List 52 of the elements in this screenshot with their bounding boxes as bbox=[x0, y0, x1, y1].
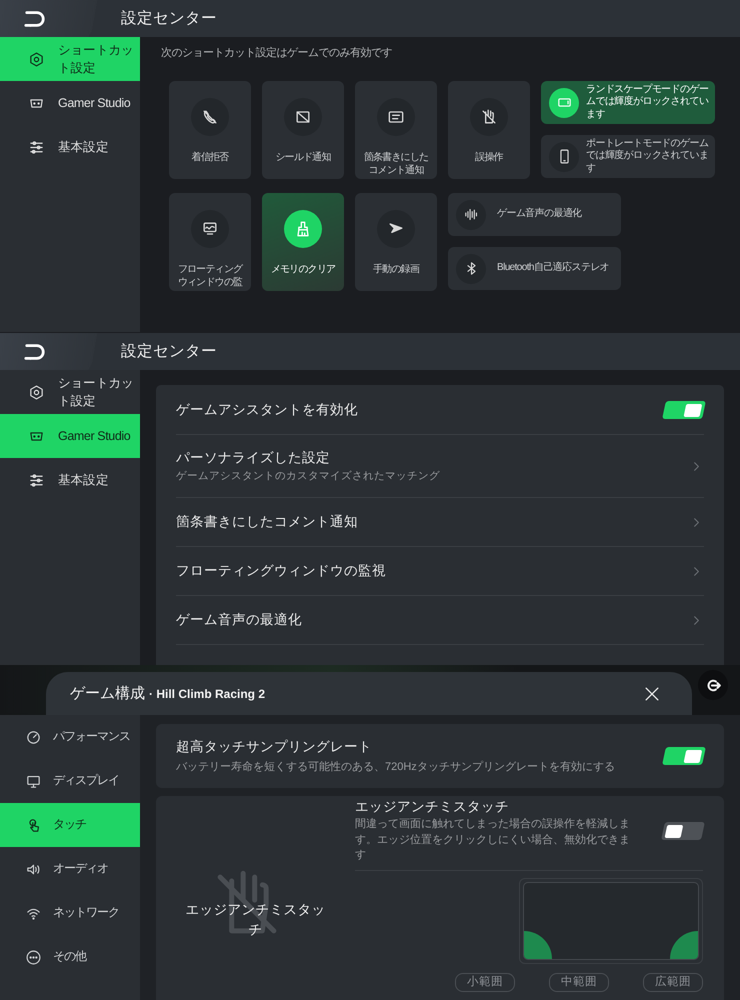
shortcut-tile[interactable]: Bluetooth自己適応ステレオ bbox=[448, 247, 621, 290]
setting-label: ゲームアシスタントを有効化 bbox=[176, 400, 358, 418]
shortcut-tile[interactable]: 着信拒否 bbox=[169, 81, 251, 179]
settings-row[interactable]: ゲーム音声の最適化 bbox=[176, 596, 704, 645]
sidebar-item[interactable]: ネットワーク bbox=[0, 891, 140, 935]
settings-row[interactable]: フローティングウィンドウの監視 bbox=[176, 547, 704, 596]
shortcut-tile[interactable]: フローティングウィンドウの監 bbox=[169, 193, 251, 291]
sidebar-item[interactable]: 基本設定 bbox=[0, 458, 140, 502]
dialog-title: ゲーム構成 bbox=[70, 684, 145, 703]
toggle-switch[interactable] bbox=[662, 747, 706, 765]
sidebar-item[interactable]: ショートカット設定 bbox=[0, 370, 140, 414]
more-icon bbox=[25, 948, 42, 966]
toggle-switch[interactable] bbox=[662, 400, 706, 418]
exit-button[interactable] bbox=[698, 670, 728, 700]
notice-text: 次のショートカット設定はゲームでのみ有効です bbox=[161, 46, 393, 60]
gauge-icon bbox=[25, 728, 42, 746]
sidebar-item[interactable]: ショートカット設定 bbox=[0, 37, 140, 81]
range-button[interactable]: 小範囲 bbox=[455, 972, 515, 992]
sidebar-item[interactable]: 基本設定 bbox=[0, 125, 140, 169]
range-button[interactable]: 中範囲 bbox=[549, 972, 609, 992]
setting-description: 間違って画面に触れてしまった場合の誤操作を軽減します。エッジ位置をクリックしにくい場合、無効化できます bbox=[355, 817, 631, 863]
sidebar-item[interactable]: Gamer Studio bbox=[0, 81, 140, 125]
screen-title: 設定センター bbox=[121, 9, 217, 29]
shortcut-tile[interactable]: ポートレートモードのゲームでは輝度がロックされています bbox=[541, 135, 715, 178]
toggle-switch[interactable] bbox=[661, 822, 705, 840]
sidebar-item[interactable]: タッチ bbox=[0, 803, 140, 847]
sound-wave-icon bbox=[462, 206, 480, 223]
sidebar-item[interactable]: パフォーマンス bbox=[0, 715, 140, 759]
setting-description: バッテリー寿命を短くする可能性のある、720Hzタッチサンプリングレートを有効にする bbox=[176, 760, 615, 774]
hexagon-icon bbox=[28, 50, 45, 68]
sliders-icon bbox=[28, 472, 45, 488]
settings-row[interactable]: 箇条書きにしたコメント通知 bbox=[176, 498, 704, 547]
shortcut-tile[interactable]: 手動の録画 bbox=[355, 193, 437, 291]
range-button[interactable]: 広範囲 bbox=[643, 972, 703, 992]
sliders-icon bbox=[28, 138, 45, 156]
shortcut-tile[interactable]: ゲーム音声の最適化 bbox=[448, 193, 621, 236]
sidebar-item[interactable]: その他 bbox=[0, 935, 140, 979]
screen-title: 設定センター bbox=[121, 342, 217, 362]
illustration-label: エッジアンチミスタッチ bbox=[186, 901, 326, 939]
sidebar-item[interactable]: ディスプレイ bbox=[0, 759, 140, 803]
setting-title: エッジアンチミスタッチ bbox=[355, 798, 510, 816]
hexagon-icon bbox=[28, 384, 45, 400]
shortcut-tile[interactable]: 誤操作 bbox=[448, 81, 530, 179]
shortcut-tile[interactable]: メモリのクリア bbox=[262, 193, 344, 291]
shortcut-tile[interactable]: シールド通知 bbox=[262, 81, 344, 179]
game-name: · Hill Climb Racing 2 bbox=[149, 686, 266, 700]
setting-title: 超高タッチサンプリングレート bbox=[176, 738, 373, 756]
sidebar-item[interactable]: Gamer Studio bbox=[0, 414, 140, 458]
settings-row[interactable]: パーソナライズした設定 ゲームアシスタントのカスタマイズされたマッチング bbox=[176, 435, 704, 498]
shortcut-tile[interactable]: ランドスケープモードのゲームでは輝度がロックされています bbox=[541, 81, 715, 124]
shortcut-tile[interactable]: 箇条書きにしたコメント通知 bbox=[355, 81, 437, 179]
sidebar-item[interactable]: オーディオ bbox=[0, 847, 140, 891]
